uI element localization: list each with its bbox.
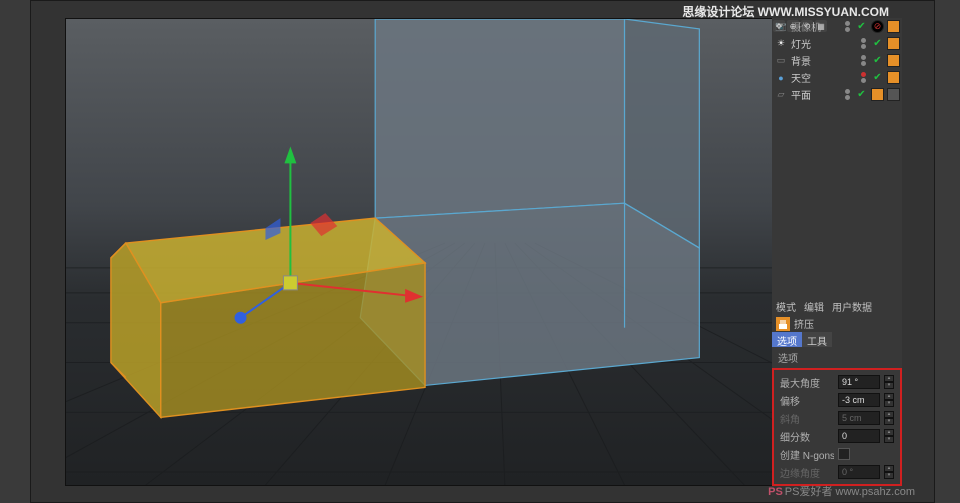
spinner[interactable]: ▴▾ bbox=[884, 375, 894, 389]
tool-header: 挤压 bbox=[772, 315, 902, 332]
enable-check[interactable]: ✔ bbox=[871, 71, 884, 84]
top-watermark: 思缘设计论坛 WWW.MISSYUAN.COM bbox=[682, 3, 889, 20]
attr-userdata[interactable]: 用户数据 bbox=[832, 299, 872, 314]
param-input[interactable]: 91 ° bbox=[838, 375, 880, 389]
enable-check[interactable]: ✔ bbox=[855, 20, 868, 33]
object-row-plane[interactable]: ▱ 平面 ✔ bbox=[772, 86, 902, 103]
light-icon: ☀ bbox=[774, 37, 788, 51]
param-max-angle: 最大角度 91 ° ▴▾ bbox=[776, 373, 898, 391]
param-label: 创建 N-gons bbox=[780, 447, 834, 462]
right-panel: 📷 摄像机 ✔ ⊘ ☀ 灯光 ✔ ▭ 背景 ✔ ● 天空 ✔ bbox=[772, 18, 902, 486]
visibility-dots[interactable] bbox=[858, 55, 868, 66]
background-icon: ▭ bbox=[774, 54, 788, 68]
object-row-sky[interactable]: ● 天空 ✔ bbox=[772, 69, 902, 86]
bottom-watermark: PSPS爱好者 www.psahz.com bbox=[768, 483, 915, 499]
enable-check[interactable]: ✔ bbox=[855, 88, 868, 101]
spinner[interactable]: ▴▾ bbox=[884, 429, 894, 443]
object-label: 天空 bbox=[791, 70, 855, 85]
param-input[interactable]: -3 cm bbox=[838, 393, 880, 407]
attr-menu: 模式 编辑 用户数据 bbox=[772, 298, 902, 315]
tool-name: 挤压 bbox=[794, 316, 814, 331]
param-label: 细分数 bbox=[780, 429, 834, 444]
tag-icon[interactable] bbox=[887, 37, 900, 50]
tag-icon[interactable] bbox=[887, 20, 900, 33]
section-label: 选项 bbox=[772, 347, 902, 368]
visibility-dots[interactable] bbox=[842, 21, 852, 32]
tag-icon-2[interactable] bbox=[887, 88, 900, 101]
tag-icon[interactable] bbox=[871, 88, 884, 101]
viewport-controls: ✥ ⊕ ⟲ ▦ bbox=[771, 19, 829, 32]
param-label: 斜角 bbox=[780, 411, 834, 426]
spinner: ▴▾ bbox=[884, 465, 894, 479]
param-input: 0 ° bbox=[838, 465, 880, 479]
visibility-dots[interactable] bbox=[858, 38, 868, 49]
spinner[interactable]: ▴▾ bbox=[884, 393, 894, 407]
object-row-light[interactable]: ☀ 灯光 ✔ bbox=[772, 35, 902, 52]
param-label: 偏移 bbox=[780, 393, 834, 408]
attribute-manager: 模式 编辑 用户数据 挤压 选项 工具 选项 最大角度 91 ° ▴▾ 偏移 -… bbox=[772, 298, 902, 486]
prohibit-icon[interactable]: ⊘ bbox=[871, 20, 884, 33]
param-bevel: 斜角 5 cm ▴▾ bbox=[776, 409, 898, 427]
visibility-dots[interactable] bbox=[842, 89, 852, 100]
highlighted-params: 最大角度 91 ° ▴▾ 偏移 -3 cm ▴▾ 斜角 5 cm ▴▾ 细分数 … bbox=[772, 368, 902, 486]
subtab-options[interactable]: 选项 bbox=[772, 332, 802, 347]
param-input: 5 cm bbox=[838, 411, 880, 425]
vp-move-icon[interactable]: ✥ bbox=[773, 20, 785, 32]
param-edge-angle: 边缘角度 0 ° ▴▾ bbox=[776, 463, 898, 481]
vp-layout-icon[interactable]: ▦ bbox=[815, 20, 827, 32]
spinner: ▴▾ bbox=[884, 411, 894, 425]
tag-icon[interactable] bbox=[887, 71, 900, 84]
subtabs: 选项 工具 bbox=[772, 332, 902, 347]
vp-zoom-icon[interactable]: ⊕ bbox=[787, 20, 799, 32]
attr-edit[interactable]: 编辑 bbox=[804, 299, 824, 314]
param-label: 最大角度 bbox=[780, 375, 834, 390]
param-offset: 偏移 -3 cm ▴▾ bbox=[776, 391, 898, 409]
enable-check[interactable]: ✔ bbox=[871, 54, 884, 67]
object-label: 背景 bbox=[791, 53, 855, 68]
subtab-tool[interactable]: 工具 bbox=[802, 332, 832, 347]
object-row-background[interactable]: ▭ 背景 ✔ bbox=[772, 52, 902, 69]
vp-rotate-icon[interactable]: ⟲ bbox=[801, 20, 813, 32]
scene-objects bbox=[66, 19, 829, 485]
visibility-dots[interactable] bbox=[858, 72, 868, 83]
plane-icon: ▱ bbox=[774, 88, 788, 102]
param-ngons: 创建 N-gons bbox=[776, 445, 898, 463]
param-input[interactable]: 0 bbox=[838, 429, 880, 443]
object-label: 平面 bbox=[791, 87, 839, 102]
sky-icon: ● bbox=[774, 71, 788, 85]
tag-icon[interactable] bbox=[887, 54, 900, 67]
param-subdiv: 细分数 0 ▴▾ bbox=[776, 427, 898, 445]
ngons-checkbox[interactable] bbox=[838, 448, 850, 460]
enable-check[interactable]: ✔ bbox=[871, 37, 884, 50]
object-label: 灯光 bbox=[791, 36, 855, 51]
viewport[interactable]: ✥ ⊕ ⟲ ▦ bbox=[65, 18, 830, 486]
attr-mode[interactable]: 模式 bbox=[776, 299, 796, 314]
extrude-tool-icon bbox=[776, 317, 790, 331]
param-label: 边缘角度 bbox=[780, 465, 834, 480]
